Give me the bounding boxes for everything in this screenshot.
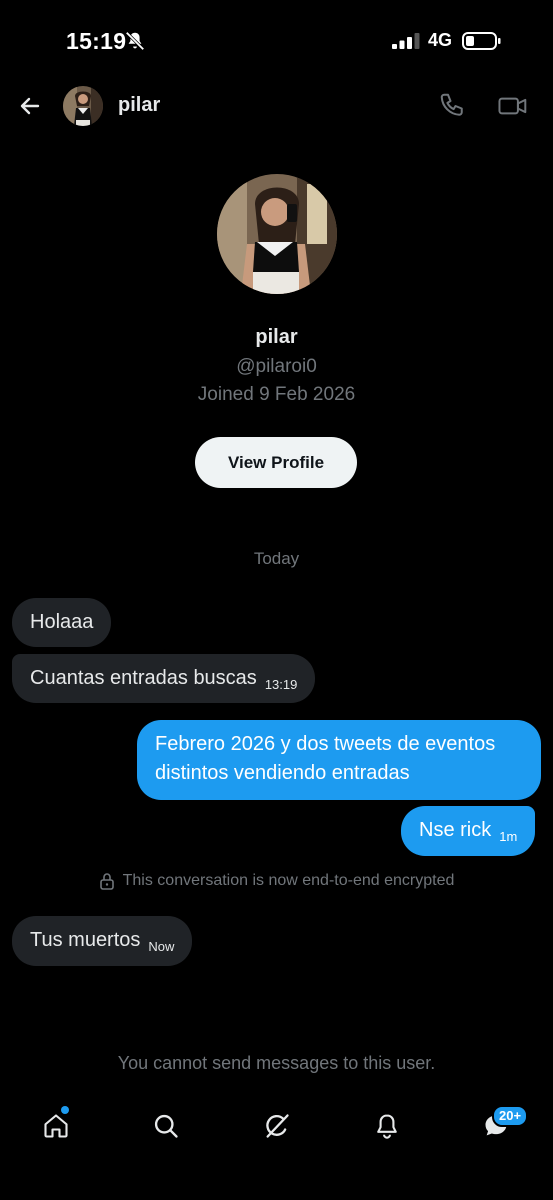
grok-icon	[266, 1114, 289, 1138]
cell-signal-icon	[392, 33, 420, 49]
message-text: Tus muertos	[30, 929, 141, 951]
encryption-notice-text: This conversation is now end-to-end encr…	[122, 872, 455, 889]
tab-search[interactable]	[151, 1110, 181, 1142]
conversation-header: pilar	[0, 80, 553, 132]
back-button[interactable]	[14, 90, 46, 122]
message-text: Cuantas entradas buscas	[30, 667, 257, 689]
bell-icon	[377, 1114, 397, 1139]
lock-icon	[99, 873, 114, 890]
cannot-send-notice: You cannot send messages to this user.	[117, 1053, 436, 1073]
message-bubble-outgoing[interactable]: Febrero 2026 y dos tweets de eventos dis…	[137, 720, 541, 800]
home-unread-dot	[61, 1106, 69, 1114]
header-name: pilar	[118, 94, 161, 116]
profile-handle: @pilaroi0	[236, 356, 317, 377]
message-text: Nse rick	[419, 819, 492, 841]
profile-avatar[interactable]	[217, 174, 337, 294]
bell-muted-icon	[125, 31, 145, 51]
date-divider: Today	[253, 549, 300, 568]
video-camera-icon	[498, 97, 527, 115]
call-button[interactable]	[438, 91, 468, 121]
phone-icon	[440, 93, 463, 116]
header-avatar[interactable]	[63, 86, 103, 126]
message-bubble-outgoing[interactable]: Nse rick 1m	[401, 806, 536, 856]
search-icon	[154, 1114, 178, 1138]
arrow-left-icon	[20, 97, 40, 115]
message-timestamp: 1m	[499, 829, 518, 844]
bottom-tab-bar	[0, 1100, 553, 1160]
message-bubble-incoming[interactable]: Holaaa	[12, 598, 112, 647]
profile-joined-date: Joined 9 Feb 2026	[197, 384, 356, 405]
battery-icon	[462, 32, 501, 50]
profile-name: pilar	[255, 326, 298, 348]
message-text: Holaaa	[30, 611, 94, 633]
message-bubble-incoming[interactable]: Cuantas entradas buscas 13:19	[12, 654, 316, 703]
status-bar: 15:19 4G	[0, 0, 553, 80]
message-text: Febrero 2026 y dos tweets de eventos dis…	[155, 733, 496, 784]
network-type: 4G	[428, 30, 453, 50]
video-call-button[interactable]	[497, 91, 529, 121]
profile-photo	[217, 174, 337, 294]
view-profile-button[interactable]: View Profile	[195, 437, 357, 488]
tab-home[interactable]	[41, 1110, 71, 1142]
home-icon	[44, 1114, 68, 1138]
message-timestamp: 13:19	[264, 677, 298, 692]
message-bubble-incoming[interactable]: Tus muertos Now	[12, 916, 193, 966]
status-time: 15:19	[66, 28, 127, 54]
avatar-image	[63, 86, 103, 126]
messages-count-badge: 20+	[492, 1105, 529, 1127]
tab-grok[interactable]	[262, 1110, 292, 1142]
message-timestamp: Now	[148, 939, 175, 954]
tab-notifications[interactable]	[372, 1110, 402, 1142]
encryption-notice: This conversation is now end-to-end encr…	[0, 872, 553, 890]
